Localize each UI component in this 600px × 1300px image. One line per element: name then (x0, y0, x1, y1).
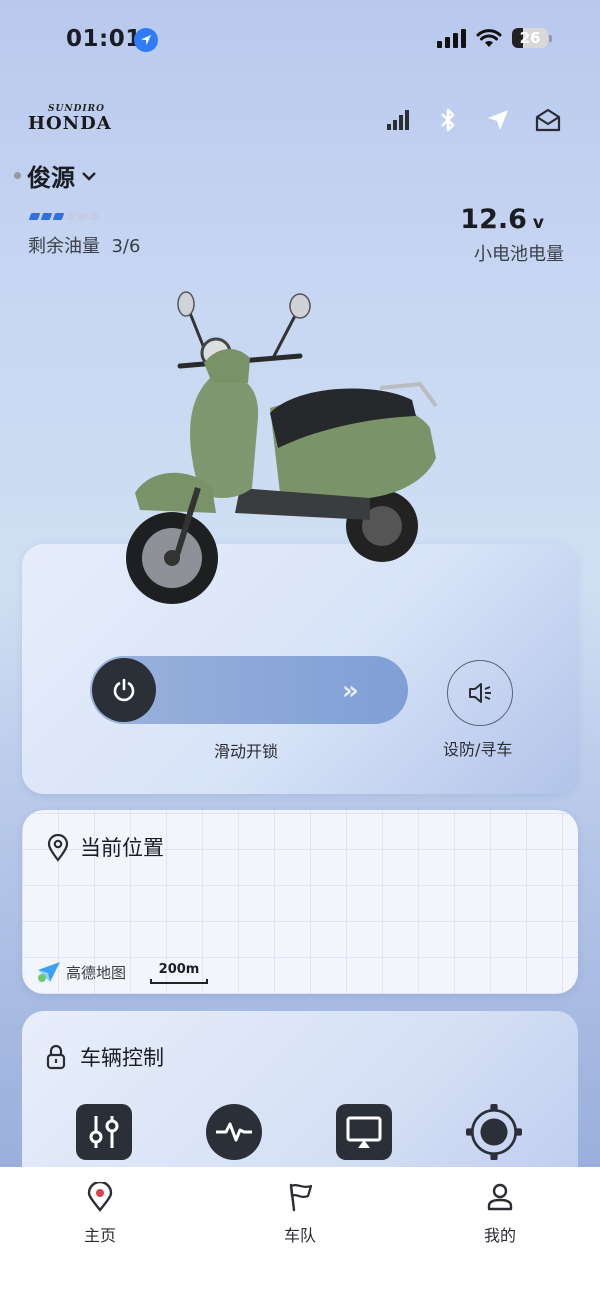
status-time: 01:01 (66, 26, 142, 52)
control-card-title: 车辆控制 (80, 1046, 164, 1070)
unlock-slider-knob[interactable] (92, 658, 156, 722)
tab-home[interactable]: 主页 (50, 1182, 150, 1246)
map-scale-label: 200m (158, 962, 200, 977)
fuel-bar-segment (40, 213, 53, 220)
brand-logo: SUNDIRO HONDA (28, 104, 112, 134)
tab-label: 车队 (283, 1226, 316, 1245)
tab-mine[interactable]: 我的 (450, 1182, 550, 1246)
vehicle-selector[interactable]: 俊源 (14, 158, 97, 193)
fuel-bar-segment (88, 213, 101, 220)
tab-label: 主页 (83, 1226, 116, 1245)
double-chevron-icon: » (342, 676, 359, 706)
fuel-bar-segment (52, 213, 65, 220)
brand-large-text: HONDA (28, 113, 112, 134)
tab-label: 我的 (483, 1226, 516, 1245)
header-icons (384, 106, 562, 134)
voltage-label: 小电池电量 (474, 244, 564, 265)
map-scale: 200m (150, 962, 208, 984)
location-pin-icon (47, 834, 69, 862)
fuel-label: 剩余油量 (28, 236, 100, 257)
map-scale-bar (150, 979, 208, 984)
fuel-info: 剩余油量 3/6 (28, 232, 140, 258)
location-arrow-icon (134, 28, 158, 52)
fuel-bar-segment (64, 213, 77, 220)
pulse-icon[interactable] (206, 1104, 262, 1160)
location-pin-icon (87, 1182, 113, 1212)
amap-logo: 高德地图 (36, 960, 126, 984)
cellular-signal-icon (437, 28, 466, 48)
speaker-icon (469, 683, 491, 703)
sliders-icon[interactable] (76, 1104, 132, 1160)
bluetooth-icon[interactable] (434, 106, 462, 134)
fuel-value: 3/6 (111, 236, 141, 257)
chevron-down-icon (82, 171, 96, 181)
map-card-title: 当前位置 (80, 836, 164, 860)
power-icon (113, 678, 135, 702)
vehicle-name: 俊源 (27, 164, 75, 192)
amap-icon (38, 962, 60, 982)
map-provider: 高德地图 (66, 963, 127, 982)
user-icon (487, 1183, 513, 1211)
screen-cast-icon[interactable] (336, 1104, 392, 1160)
battery-level: 26 (519, 29, 541, 47)
fuel-bar-segment (28, 213, 41, 220)
fuel-level-bars (28, 213, 101, 220)
navigation-icon[interactable] (484, 106, 512, 134)
alarm-find-button[interactable] (447, 660, 513, 726)
voltage-unit: v (532, 213, 544, 233)
flag-icon (289, 1183, 313, 1212)
mail-icon[interactable] (534, 106, 562, 134)
voltage-value: 12.6 (460, 204, 527, 235)
vehicle-status-dot (14, 172, 21, 179)
voltage-readout: 12.6 v (460, 204, 544, 235)
unlock-slider-label: 滑动开锁 (214, 742, 279, 761)
scooter-image (126, 291, 438, 604)
wifi-icon (476, 29, 502, 47)
target-icon[interactable] (466, 1104, 522, 1160)
battery-icon: 26 (512, 28, 552, 48)
status-icons: 26 (437, 28, 552, 48)
signal-strength-icon (384, 106, 412, 134)
tab-fleet[interactable]: 车队 (250, 1182, 350, 1246)
fuel-bar-segment (76, 213, 89, 220)
lock-icon (46, 1044, 66, 1070)
alarm-find-label: 设防/寻车 (443, 740, 513, 759)
